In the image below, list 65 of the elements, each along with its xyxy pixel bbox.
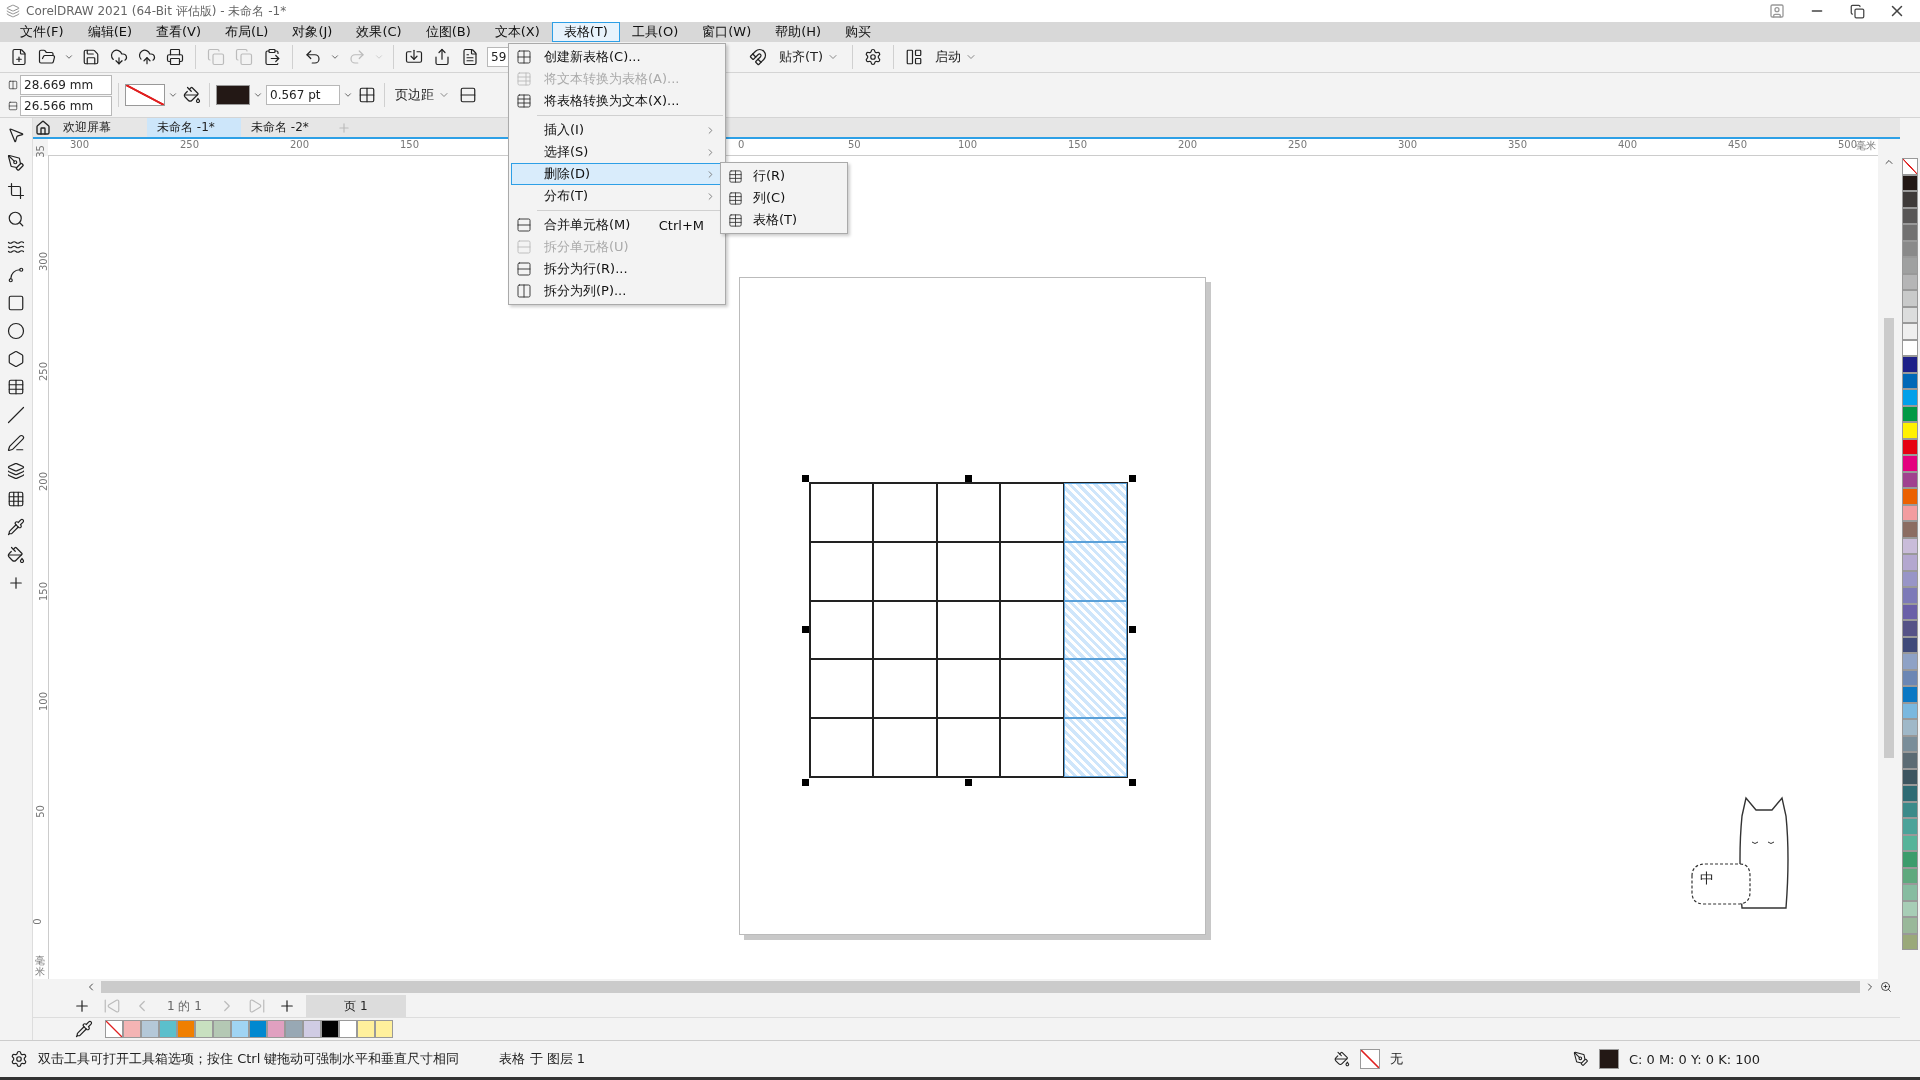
ruler-label: 350 (1508, 139, 1528, 150)
menu-item[interactable]: 删除(D) (511, 163, 723, 185)
ruler-label: 35 (34, 145, 46, 158)
ruler-label: 400 (1618, 139, 1638, 150)
ruler-label: 500 (1838, 139, 1858, 150)
margin-dropdown[interactable]: 页边距 (391, 84, 454, 106)
ruler-label: 250 (1288, 139, 1308, 150)
document-tab[interactable]: 未命名 -1* (147, 118, 241, 137)
ruler-unit: 毫米 (1856, 139, 1876, 153)
launch-dropdown[interactable]: 启动 (931, 46, 982, 68)
menu-item[interactable]: 表格(T) (551, 22, 620, 42)
menu-item[interactable]: 帮助(H) (763, 22, 834, 42)
status-object: 表格 于 图层 1 (499, 1050, 586, 1068)
ruler-label: 100 (958, 139, 978, 150)
ruler-label: 300 (70, 139, 90, 150)
ruler-label: 250 (180, 139, 200, 150)
window-title: CorelDRAW 2021 (64-Bit 评估版) - 未命名 -1* (26, 2, 288, 20)
ruler-label: 50 (34, 805, 46, 818)
menu-item[interactable]: 位图(B) (413, 22, 483, 42)
menu-item[interactable]: 工具(O) (619, 22, 691, 42)
menu-item[interactable]: 效果(C) (344, 22, 414, 42)
input-method-widget[interactable]: 中 (1690, 796, 1822, 912)
ruler-label: 50 (848, 139, 861, 150)
ruler-label: 100 (38, 691, 50, 712)
menu-item[interactable]: 合并单元格(M) Ctrl+M (511, 214, 723, 236)
menu-item[interactable]: 编辑(E) (75, 22, 144, 42)
page-tab[interactable]: 页 1 (305, 995, 406, 1017)
ime-mode-label: 中 (1700, 870, 1714, 888)
ruler-label: 200 (290, 139, 310, 150)
menu-item[interactable]: 购买 (833, 22, 884, 42)
ruler-label: 300 (38, 251, 50, 272)
ruler-label: 300 (1398, 139, 1418, 150)
menu-item[interactable]: 表格(T) (723, 209, 845, 231)
ruler-label: 200 (1178, 139, 1198, 150)
ruler-label: 150 (400, 139, 420, 150)
ruler-label: 250 (38, 361, 50, 382)
ruler-label: 150 (1068, 139, 1088, 150)
menu-item[interactable]: 选择(S) (511, 141, 723, 163)
outline-status: C: 0 M: 0 Y: 0 K: 100 (1628, 1051, 1760, 1067)
menu-item[interactable]: 拆分为列(P)... (511, 280, 723, 302)
menu-item[interactable]: 窗口(W) (690, 22, 764, 42)
menu-item[interactable]: 文件(F) (8, 22, 76, 42)
outline-width-field[interactable]: 0.567 pt (266, 85, 340, 105)
menu-item[interactable]: 查看(V) (144, 22, 214, 42)
ruler-label: 200 (38, 471, 50, 492)
ruler-unit: 毫米 (35, 955, 45, 977)
fill-status: 无 (1389, 1050, 1403, 1068)
ruler-label: 450 (1728, 139, 1748, 150)
menu-item[interactable]: 布局(L) (213, 22, 281, 42)
menu-item[interactable]: 对象(J) (280, 22, 345, 42)
menu-item[interactable]: 分布(T) (511, 185, 723, 207)
ruler-label: 0 (738, 139, 745, 150)
width-field[interactable]: 28.669 mm (20, 74, 112, 95)
ruler-label: 0 (31, 918, 43, 925)
status-hint: 双击工具可打开工具箱选项；按住 Ctrl 键拖动可强制水平和垂直尺寸相同 (38, 1050, 460, 1068)
menu-item[interactable]: 拆分为行(R)... (511, 258, 723, 280)
menu-item[interactable]: 插入(I) (511, 119, 723, 141)
menu-item[interactable]: 将表格转换为文本(X)... (511, 90, 723, 112)
snap-dropdown[interactable]: 贴齐(T) (775, 46, 844, 68)
ruler-label: 150 (38, 581, 50, 602)
menu-item[interactable]: 行(R) (723, 165, 845, 187)
menu-item[interactable]: 列(C) (723, 187, 845, 209)
height-field[interactable]: 26.566 mm (20, 95, 112, 116)
menu-item[interactable]: 文本(X) (482, 22, 552, 42)
page-counter: 1 的 1 (166, 997, 203, 1015)
